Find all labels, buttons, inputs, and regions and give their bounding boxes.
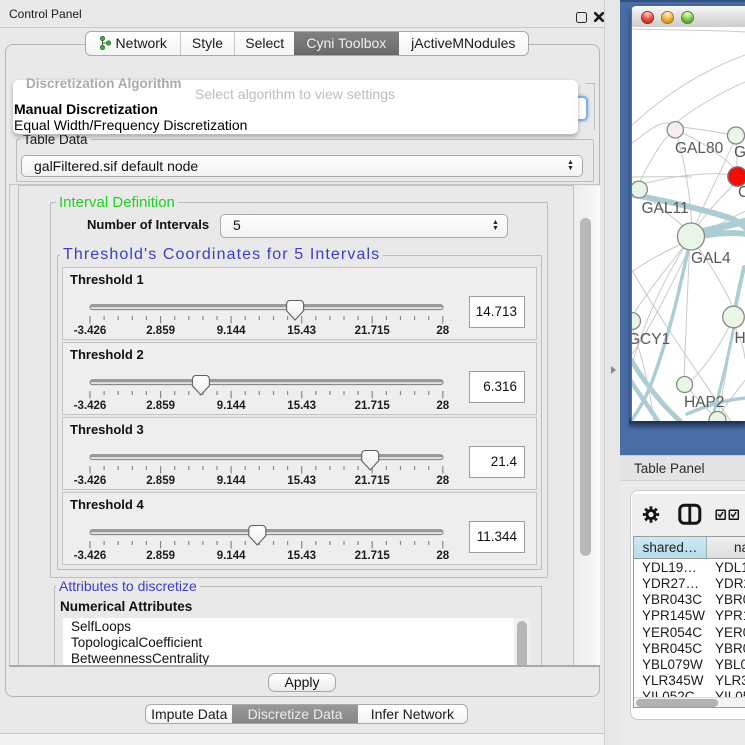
svg-text:GA: GA (734, 144, 745, 161)
svg-text:28: 28 (436, 400, 449, 412)
svg-text:21.715: 21.715 (355, 475, 391, 487)
svg-text:GAL4: GAL4 (691, 250, 731, 267)
svg-text:15.43: 15.43 (287, 475, 316, 487)
svg-text:2.859: 2.859 (146, 550, 175, 562)
svg-text:2.859: 2.859 (146, 325, 175, 337)
svg-text:28: 28 (436, 475, 449, 487)
svg-text:9.144: 9.144 (217, 400, 246, 412)
svg-text:21.715: 21.715 (355, 325, 391, 337)
svg-text:GAL80: GAL80 (675, 140, 724, 157)
svg-text:9.144: 9.144 (217, 325, 246, 337)
svg-text:15.43: 15.43 (287, 550, 316, 562)
svg-text:21.715: 21.715 (355, 550, 391, 562)
svg-text:-3.426: -3.426 (74, 550, 107, 562)
svg-text:28: 28 (436, 325, 449, 337)
svg-text:9.144: 9.144 (217, 475, 246, 487)
svg-text:HAP2: HAP2 (684, 394, 725, 411)
svg-text:HI: HI (735, 330, 745, 347)
svg-text:GAL11: GAL11 (642, 200, 689, 217)
svg-text:2.859: 2.859 (146, 400, 175, 412)
svg-text:15.43: 15.43 (287, 400, 316, 412)
svg-text:CY: CY (738, 184, 745, 201)
svg-text:9.144: 9.144 (217, 550, 246, 562)
svg-text:GCY1: GCY1 (632, 331, 670, 348)
svg-text:15.43: 15.43 (287, 325, 316, 337)
svg-text:-3.426: -3.426 (74, 325, 107, 337)
svg-text:2.859: 2.859 (146, 475, 175, 487)
svg-text:28: 28 (436, 550, 449, 562)
svg-text:-3.426: -3.426 (74, 475, 107, 487)
svg-text:-3.426: -3.426 (74, 400, 107, 412)
svg-text:21.715: 21.715 (355, 400, 391, 412)
